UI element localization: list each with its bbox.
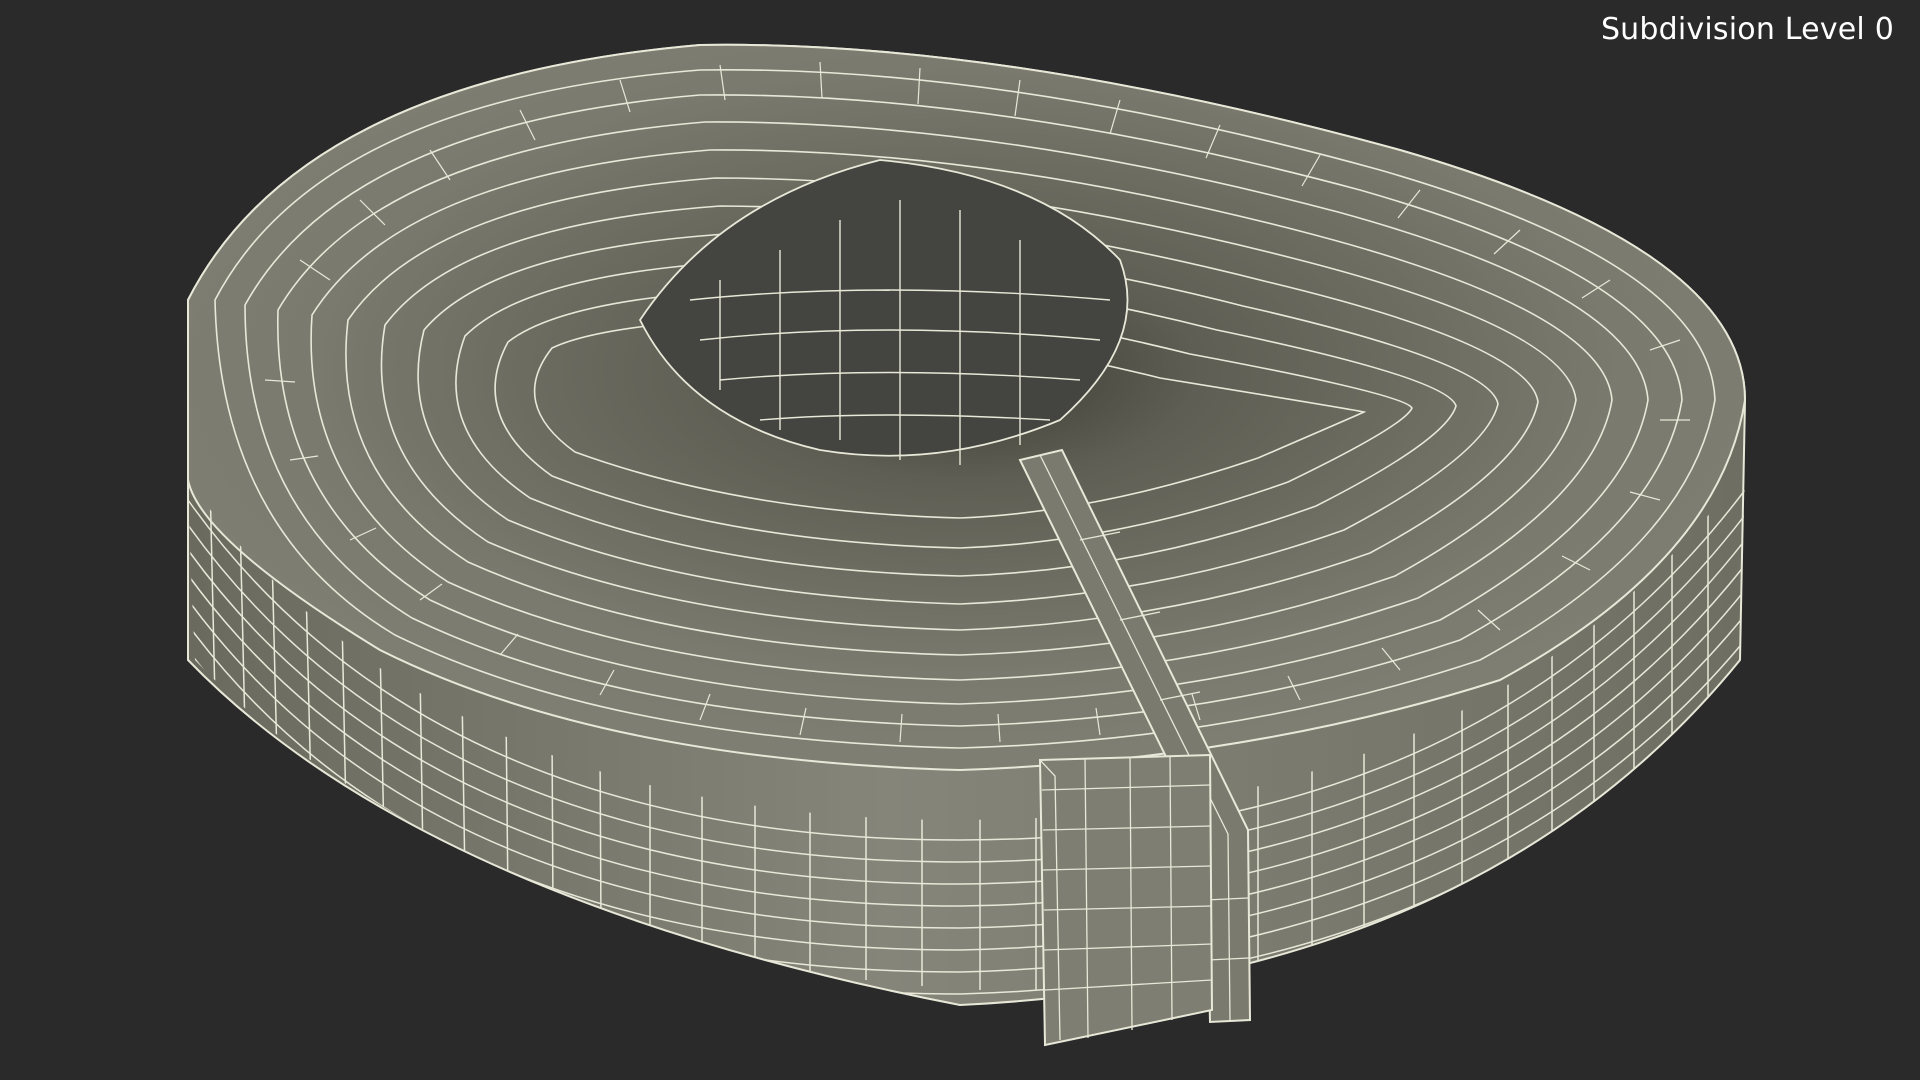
subdivision-level-label: Subdivision Level 0 bbox=[1600, 12, 1894, 47]
hose-coil-wireframe-render bbox=[187, 43, 1747, 1047]
hose-end-tab bbox=[1038, 753, 1214, 1047]
render-viewport: Subdivision Level 0 bbox=[0, 0, 1920, 1080]
